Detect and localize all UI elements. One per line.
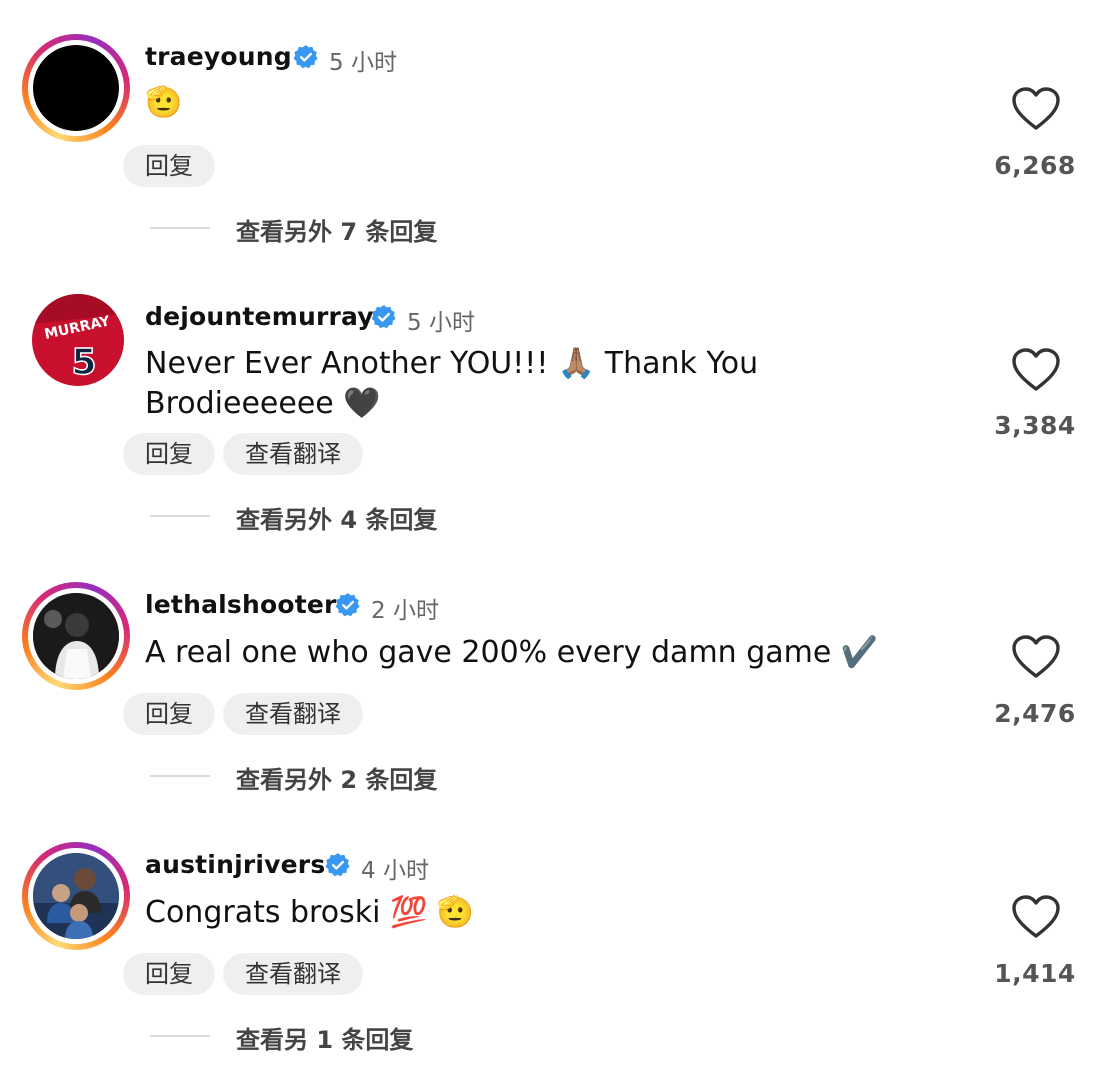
translate-button[interactable]: 查看翻译 <box>223 953 363 995</box>
comment-text-line-1: Never Ever Another YOU!!! 🙏🏽 Thank You <box>145 346 759 381</box>
comment-text: A real one who gave 200% every damn game… <box>145 635 879 670</box>
view-more-replies-link[interactable]: 查看另外 2 条回复 <box>236 760 437 795</box>
avatar[interactable] <box>33 45 119 131</box>
reply-button[interactable]: 回复 <box>123 433 215 475</box>
username[interactable]: lethalshooter <box>145 590 337 619</box>
family-photo-icon <box>33 853 119 939</box>
story-ring[interactable] <box>22 842 130 950</box>
view-more-replies-link[interactable]: 查看另 1 条回复 <box>236 1020 413 1055</box>
jersey-avatar-icon: MURRAY 5 <box>32 294 124 386</box>
svg-text:5: 5 <box>71 342 96 383</box>
heart-outline-icon[interactable] <box>1010 634 1062 680</box>
divider-line <box>150 227 210 229</box>
story-ring[interactable] <box>22 582 130 690</box>
avatar[interactable] <box>33 593 119 679</box>
comment-text: 🫡 <box>145 85 183 120</box>
timestamp: 4 小时 <box>361 858 429 884</box>
like-count: 6,268 <box>994 151 1076 180</box>
divider-line <box>150 775 210 777</box>
reply-button[interactable]: 回复 <box>123 953 215 995</box>
story-ring[interactable] <box>22 34 130 142</box>
heart-outline-icon[interactable] <box>1010 86 1062 132</box>
divider-line <box>150 1035 210 1037</box>
username[interactable]: traeyoung <box>145 42 292 71</box>
username[interactable]: dejountemurray <box>145 302 374 331</box>
verified-badge-icon <box>325 853 350 877</box>
translate-button[interactable]: 查看翻译 <box>223 693 363 735</box>
timestamp: 2 小时 <box>371 598 439 624</box>
heart-outline-icon[interactable] <box>1010 347 1062 393</box>
avatar[interactable]: MURRAY 5 <box>32 294 124 386</box>
translate-button[interactable]: 查看翻译 <box>223 433 363 475</box>
like-count: 1,414 <box>994 959 1076 988</box>
comment-text: Congrats broski 💯 🫡 <box>145 895 475 930</box>
verified-badge-icon <box>335 593 360 617</box>
verified-badge-icon <box>293 45 318 69</box>
player-photo-icon <box>33 593 119 679</box>
reply-button[interactable]: 回复 <box>123 693 215 735</box>
reply-button[interactable]: 回复 <box>123 145 215 187</box>
avatar[interactable] <box>33 853 119 939</box>
comment-text-line-2: Brodieeeeee 🖤 <box>145 386 381 421</box>
heart-outline-icon[interactable] <box>1010 894 1062 940</box>
like-count: 2,476 <box>994 699 1076 728</box>
divider-line <box>150 515 210 517</box>
verified-badge-icon <box>371 305 396 329</box>
timestamp: 5 小时 <box>407 310 475 336</box>
view-more-replies-link[interactable]: 查看另外 7 条回复 <box>236 212 437 247</box>
username[interactable]: austinjrivers <box>145 850 325 879</box>
timestamp: 5 小时 <box>329 50 397 76</box>
view-more-replies-link[interactable]: 查看另外 4 条回复 <box>236 500 437 535</box>
like-count: 3,384 <box>994 411 1076 440</box>
